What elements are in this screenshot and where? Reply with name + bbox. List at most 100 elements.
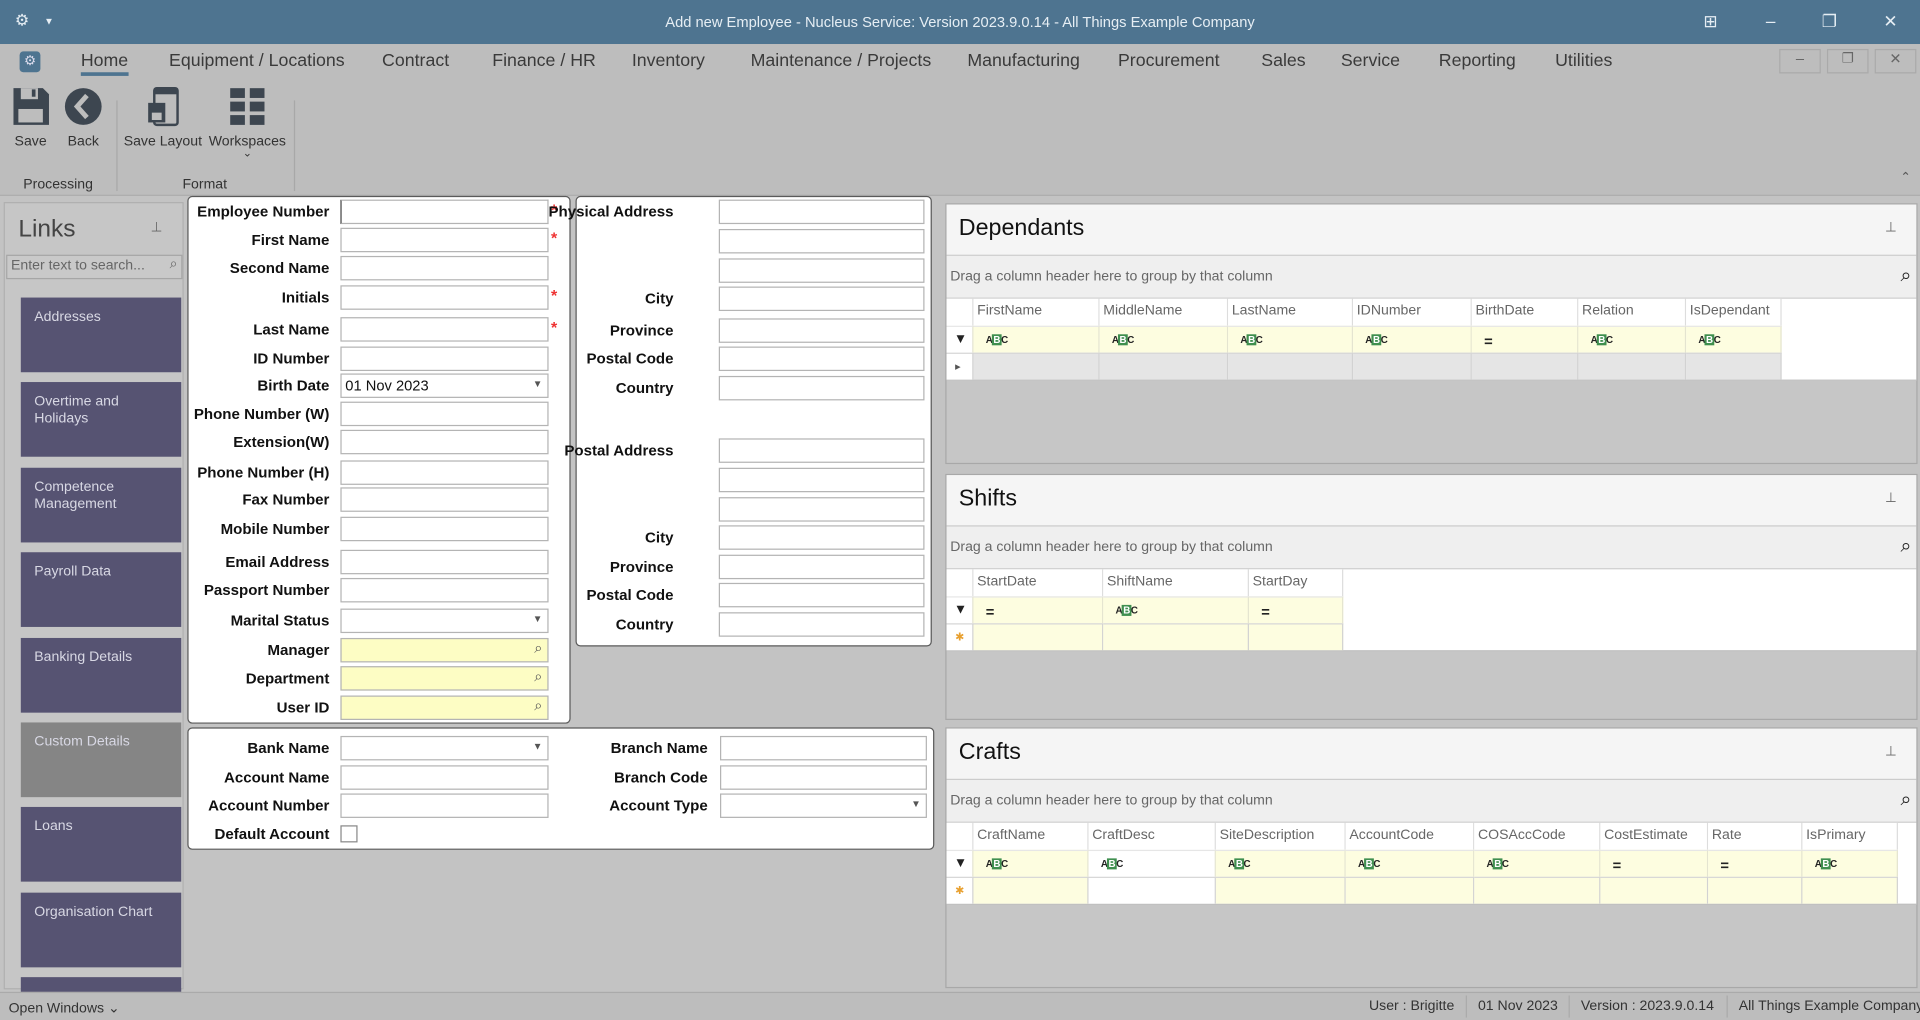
tab-contract[interactable]: Contract (382, 51, 449, 71)
link-tile-competence-management[interactable]: Competence Management (20, 467, 182, 543)
pin-icon[interactable]: ⊥ (151, 219, 163, 235)
branch-name-field[interactable] (720, 735, 927, 761)
filter-cell-startdate[interactable]: = (973, 596, 1104, 624)
group-by-area[interactable]: Drag a column header here to group by th… (946, 780, 1917, 823)
blank-field[interactable] (718, 467, 925, 493)
layout-icon[interactable]: ⊞ (1698, 11, 1722, 32)
data-cell[interactable] (973, 623, 1104, 651)
link-tile-loans[interactable]: Loans (20, 807, 182, 883)
filter-cell-startday[interactable]: = (1248, 596, 1344, 624)
tab-finance-hr[interactable]: Finance / HR (492, 51, 596, 71)
filter-cell-craftname[interactable]: ABC (973, 849, 1089, 877)
restore-icon[interactable]: ❐ (1817, 11, 1841, 32)
pin-icon[interactable]: ⊥ (1885, 219, 1897, 235)
minimize-icon[interactable]: – (1758, 11, 1782, 31)
column-header-middlename[interactable]: MiddleName (1099, 298, 1229, 326)
link-tile-custom-details[interactable]: Custom Details (20, 722, 182, 798)
country-field[interactable] (718, 375, 925, 401)
column-header-isdependant[interactable]: IsDependant (1686, 298, 1782, 326)
postal-code-field[interactable] (718, 346, 925, 372)
data-cell[interactable] (1578, 352, 1687, 380)
search-icon[interactable]: ⌕ (1900, 790, 1911, 812)
save-layout-button[interactable]: Save Layout (124, 86, 202, 149)
search-icon[interactable]: ⌕ (1900, 536, 1911, 558)
tab-service[interactable]: Service (1341, 51, 1400, 71)
filter-cell-idnumber[interactable]: ABC (1353, 325, 1472, 353)
last-name-field[interactable] (340, 317, 549, 342)
data-cell[interactable] (973, 876, 1089, 904)
physical-address-field[interactable] (718, 199, 925, 225)
employee-number-field[interactable] (340, 199, 549, 225)
user-id-field[interactable]: ⌕ (340, 695, 549, 721)
chevron-down-icon[interactable]: ▼ (911, 798, 921, 809)
tab-utilities[interactable]: Utilities (1555, 51, 1612, 71)
data-cell[interactable] (1099, 352, 1229, 380)
mdi-restore-button[interactable]: ❐ (1826, 48, 1869, 74)
search-icon[interactable]: ⌕ (534, 667, 542, 685)
link-tile-addresses[interactable]: Addresses (20, 297, 182, 373)
tab-maintenance-projects[interactable]: Maintenance / Projects (751, 51, 932, 71)
data-cell[interactable] (1686, 352, 1782, 380)
search-icon[interactable]: ⌕ (534, 639, 542, 657)
filter-cell-accountcode[interactable]: ABC (1345, 849, 1475, 877)
link-tile-payroll-data[interactable]: Payroll Data (20, 552, 182, 628)
initials-field[interactable] (340, 285, 549, 310)
filter-cell-sitedescription[interactable]: ABC (1215, 849, 1346, 877)
department-field[interactable]: ⌕ (340, 666, 549, 691)
chevron-down-icon[interactable]: ▼ (533, 378, 543, 389)
manager-field[interactable]: ⌕ (340, 637, 549, 663)
mdi-close-button[interactable]: ✕ (1874, 48, 1917, 74)
column-header-lastname[interactable]: LastName (1228, 298, 1354, 326)
data-cell[interactable] (1088, 876, 1216, 904)
column-header-birthdate[interactable]: BirthDate (1471, 298, 1579, 326)
country-field[interactable] (718, 612, 925, 637)
filter-cell-costestimate[interactable]: = (1600, 849, 1709, 877)
mdi-minimize-button[interactable]: – (1779, 48, 1821, 74)
column-header-startdate[interactable]: StartDate (973, 569, 1104, 597)
data-cell[interactable] (1215, 876, 1346, 904)
tab-inventory[interactable]: Inventory (632, 51, 705, 71)
column-header-rate[interactable]: Rate (1708, 822, 1803, 850)
filter-cell-cosacccode[interactable]: ABC (1474, 849, 1601, 877)
tab-sales[interactable]: Sales (1261, 51, 1305, 71)
search-icon[interactable]: ⌕ (534, 697, 542, 715)
postal-code-field[interactable] (718, 582, 925, 608)
fax-number-field[interactable] (340, 487, 549, 512)
first-name-field[interactable] (340, 227, 549, 253)
email-address-field[interactable] (340, 549, 549, 575)
column-header-startday[interactable]: StartDay (1248, 569, 1344, 597)
column-header-sitedescription[interactable]: SiteDescription (1215, 822, 1346, 850)
pin-icon[interactable]: ⊥ (1885, 743, 1897, 759)
column-header-shiftname[interactable]: ShiftName (1103, 569, 1249, 597)
chevron-down-icon[interactable]: ▼ (533, 741, 543, 752)
filter-cell-birthdate[interactable]: = (1471, 325, 1579, 353)
app-menu-icon[interactable]: ⚙ (19, 51, 41, 73)
birth-date-field[interactable]: 01 Nov 2023 ▼ (340, 373, 549, 398)
data-cell[interactable] (1248, 623, 1344, 651)
tab-equipment-locations[interactable]: Equipment / Locations (169, 51, 345, 71)
province-field[interactable] (718, 318, 925, 343)
filter-cell-shiftname[interactable]: ABC (1103, 596, 1249, 624)
extension-w-field[interactable] (340, 429, 549, 455)
link-tile-overtime-and-holidays[interactable]: Overtime and Holidays (20, 382, 182, 458)
filter-cell-firstname[interactable]: ABC (973, 325, 1100, 353)
default-account-checkbox[interactable] (340, 825, 358, 843)
column-header-cosacccode[interactable]: COSAccCode (1474, 822, 1601, 850)
tab-home[interactable]: Home (80, 51, 129, 76)
data-cell[interactable] (1600, 876, 1709, 904)
marital-status-field[interactable]: ▼ (340, 608, 549, 634)
mobile-number-field[interactable] (340, 516, 549, 542)
blank-field[interactable] (718, 228, 925, 254)
link-tile-organisation-chart[interactable]: Organisation Chart (20, 892, 182, 968)
column-header-isprimary[interactable]: IsPrimary (1802, 822, 1898, 850)
province-field[interactable] (718, 554, 925, 580)
filter-cell-relation[interactable]: ABC (1578, 325, 1687, 353)
filter-icon[interactable]: ▼ (946, 596, 974, 624)
data-cell[interactable] (973, 352, 1100, 380)
group-by-area[interactable]: Drag a column header here to group by th… (946, 255, 1917, 299)
phone-number-h-field[interactable] (340, 460, 549, 485)
branch-code-field[interactable] (720, 765, 927, 790)
filter-cell-rate[interactable]: = (1708, 849, 1803, 877)
data-cell[interactable] (1353, 352, 1472, 380)
search-icon[interactable]: ⌕ (1900, 266, 1911, 288)
